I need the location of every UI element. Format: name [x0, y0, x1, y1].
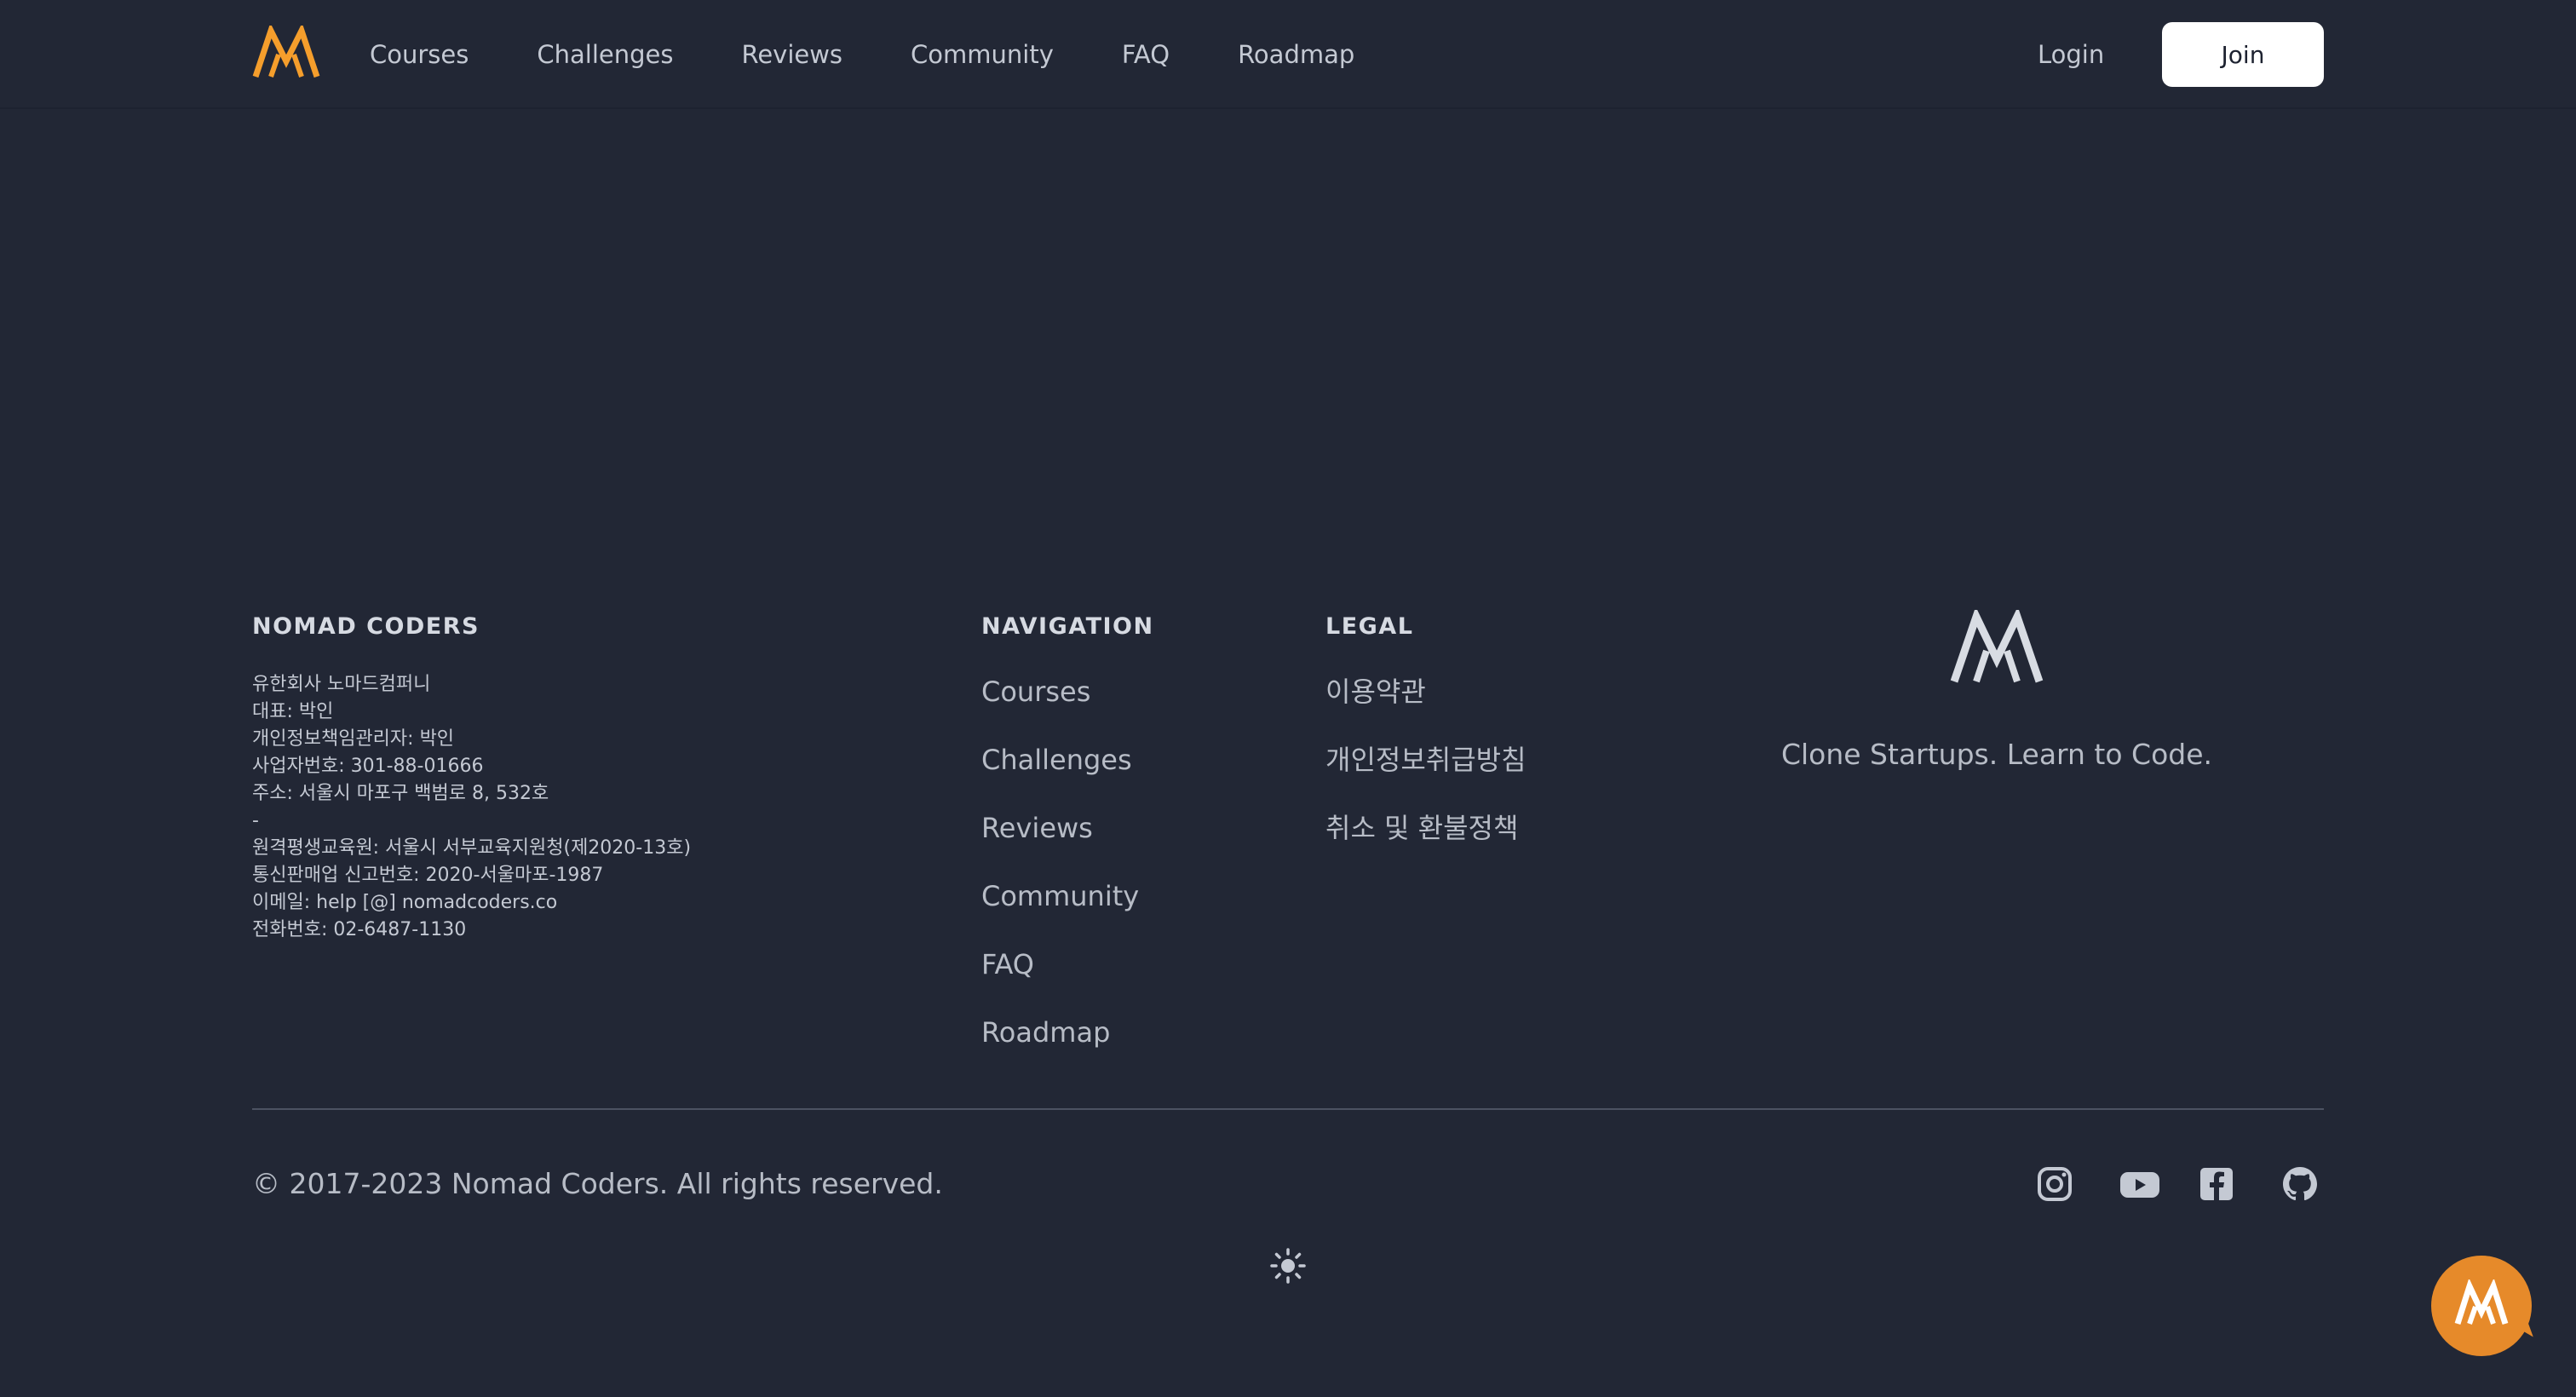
company-info-line: 주소: 서울시 마포구 백범로 8, 532호: [252, 783, 549, 804]
instagram-icon[interactable]: [2034, 1164, 2075, 1204]
footer-link-terms[interactable]: 이용약관: [1325, 675, 1527, 743]
facebook-icon[interactable]: [2196, 1164, 2237, 1204]
nav-item-community[interactable]: Community: [911, 40, 1054, 69]
top-navbar: Courses Challenges Reviews Community FAQ…: [0, 0, 2576, 109]
company-info-line: 이메일: help [@] nomadcoders.co: [252, 892, 558, 913]
footer-link-refund-policy[interactable]: 취소 및 환불정책: [1325, 811, 1527, 879]
company-info-line: 통신판매업 신고번호: 2020-서울마포-1987: [252, 865, 604, 886]
company-info-line: 사업자번호: 301-88-01666: [252, 756, 484, 777]
company-info: 유한회사 노마드컴퍼니 대표: 박인 개인정보책임관리자: 박인 사업자번호: …: [252, 671, 848, 944]
join-button[interactable]: Join: [2162, 22, 2324, 87]
nav-item-challenges[interactable]: Challenges: [537, 40, 673, 69]
footer-link-reviews[interactable]: Reviews: [981, 811, 1139, 879]
company-info-line: 대표: 박인: [252, 701, 334, 722]
navigation-title: NAVIGATION: [981, 613, 1154, 640]
company-info-line: 원격평생교육원: 서울시 서부교육지원청(제2020-13호): [252, 837, 692, 859]
footer-link-courses[interactable]: Courses: [981, 675, 1139, 743]
nav-item-faq[interactable]: FAQ: [1122, 40, 1170, 69]
footer-link-privacy[interactable]: 개인정보취급방침: [1325, 743, 1527, 811]
nav-item-reviews[interactable]: Reviews: [741, 40, 842, 69]
company-info-line: 유한회사 노마드컴퍼니: [252, 674, 431, 695]
footer-link-challenges[interactable]: Challenges: [981, 743, 1139, 811]
company-info-line: 개인정보책임관리자: 박인: [252, 728, 455, 750]
nav-item-roadmap[interactable]: Roadmap: [1238, 40, 1354, 69]
legal-title: LEGAL: [1325, 613, 1414, 640]
youtube-icon[interactable]: [2118, 1164, 2162, 1204]
nav-item-courses[interactable]: Courses: [370, 40, 469, 69]
chat-logo-icon[interactable]: [2454, 1279, 2509, 1327]
nomad-coders-logo-icon[interactable]: [252, 26, 320, 80]
sun-icon[interactable]: [1269, 1247, 1307, 1285]
footer-divider: [252, 1108, 2324, 1110]
github-icon[interactable]: [2280, 1164, 2320, 1204]
footer-link-community[interactable]: Community: [981, 879, 1139, 947]
main-nav: Courses Challenges Reviews Community FAQ…: [370, 0, 1423, 109]
brand-tagline: Clone Startups. Learn to Code.: [1780, 738, 2213, 771]
nomad-coders-logo-icon: [1950, 610, 2044, 683]
copyright-text: © 2017-2023 Nomad Coders. All rights res…: [252, 1167, 943, 1200]
footer-link-faq[interactable]: FAQ: [981, 947, 1139, 1015]
login-link[interactable]: Login: [2038, 0, 2104, 109]
company-info-line: 전화번호: 02-6487-1130: [252, 919, 467, 940]
footer-navigation-links: Courses Challenges Reviews Community FAQ…: [981, 675, 1139, 1084]
footer-link-roadmap[interactable]: Roadmap: [981, 1015, 1139, 1084]
company-info-line: -: [252, 810, 259, 831]
footer-legal-links: 이용약관 개인정보취급방침 취소 및 환불정책: [1325, 675, 1527, 879]
company-title: NOMAD CODERS: [252, 613, 480, 640]
